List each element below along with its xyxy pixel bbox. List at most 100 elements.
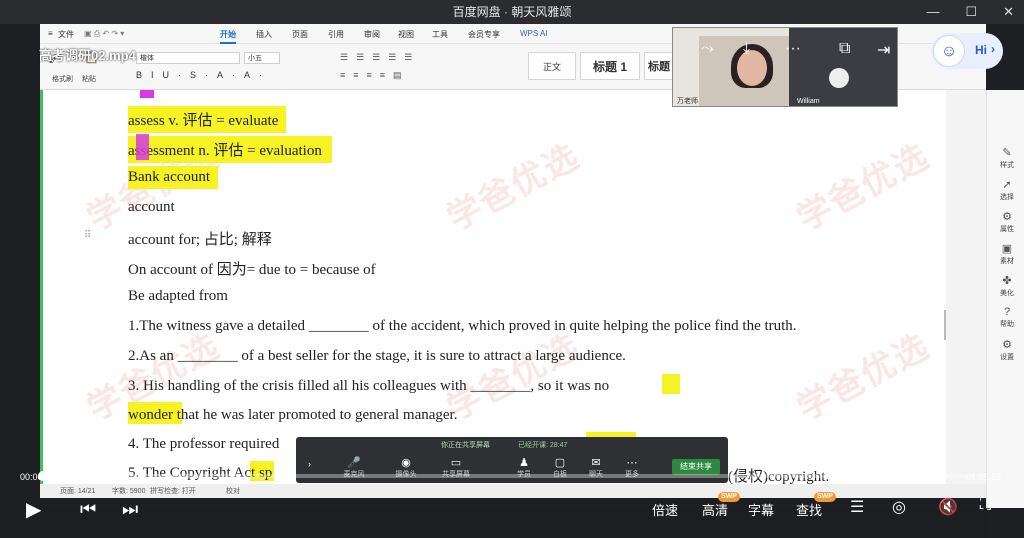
elapsed-time: 00:00:10	[20, 472, 56, 482]
fullscreen-icon[interactable]: ⛶	[980, 496, 991, 514]
exit-icon[interactable]: ⇥	[877, 40, 890, 60]
share-status: 你正在共享屏幕	[441, 442, 490, 449]
side-styles[interactable]: ✎ 样式	[987, 146, 1024, 170]
target-icon[interactable]: ◎	[892, 497, 906, 517]
quick-access-icons[interactable]: ▣ ⎙ ↶ ↷ ▾	[84, 29, 124, 39]
quality-button[interactable]: 高清	[702, 500, 728, 519]
menu-wps-ai[interactable]: WPS AI	[520, 29, 548, 38]
highlight-fragment	[140, 90, 154, 98]
playlist-icon[interactable]: ☰	[850, 497, 864, 517]
beautify-icon: ✤	[1002, 275, 1012, 287]
drag-handle-icon[interactable]: ⠿	[84, 230, 91, 241]
side-settings[interactable]: ⚙ 设置	[987, 338, 1024, 362]
end-share-button[interactable]: 结束共享	[672, 459, 720, 475]
style-heading-label: 标题	[648, 61, 670, 73]
format-painter-label[interactable]: 格式刷	[52, 74, 73, 84]
side-properties-label: 属性	[1000, 226, 1014, 233]
menu-tools[interactable]: 工具	[432, 29, 448, 40]
style-heading1-label: 标题 1	[592, 60, 627, 74]
menu-file[interactable]: 文件	[58, 29, 74, 40]
assistant-button[interactable]: ☺ Hi ›	[931, 33, 1003, 69]
doc-line: 3. His handling of the crisis filled all…	[128, 378, 610, 394]
volume-muted-icon[interactable]: 🔇	[938, 497, 958, 517]
more-icon[interactable]: ···	[785, 40, 801, 58]
share-icon[interactable]: ⤳	[701, 40, 714, 58]
style-normal[interactable]: 正文	[528, 52, 576, 80]
doc-line: account	[128, 199, 175, 215]
style-heading1[interactable]: 标题 1	[580, 52, 640, 80]
play-icon[interactable]: ▶	[26, 497, 41, 522]
whiteboard-icon: ▢	[554, 457, 566, 469]
speed-button[interactable]: 倍速	[652, 500, 678, 519]
chat-icon: ✉	[591, 457, 601, 469]
style-heading[interactable]: 标题	[644, 52, 674, 80]
students-icon: ♟	[519, 457, 529, 469]
menu-view[interactable]: 视图	[398, 29, 414, 40]
screen: 百度网盘 · 朝天风雅颂 — ☐ ✕ ≡ 文件 ▣ ⎙ ↶ ↷ ▾ 开始 插入 …	[0, 0, 1024, 538]
download-icon[interactable]: ⤓	[743, 40, 750, 58]
paste-label[interactable]: 粘贴	[82, 74, 96, 84]
wps-status-bar: 页面: 14/21 字数: 5900 拼写检查: 打开 校对	[40, 484, 986, 498]
doc-line: On account of 因为= due to = because of	[128, 262, 376, 278]
menu-hamburger-icon[interactable]: ≡	[48, 29, 53, 38]
menu-page[interactable]: 页面	[292, 29, 308, 40]
window-title: 百度网盘 · 朝天风雅颂	[452, 5, 572, 19]
side-beautify[interactable]: ✤ 美化	[987, 274, 1024, 298]
status-page: 页面: 14/21	[60, 488, 96, 495]
video-timeline[interactable]	[37, 471, 986, 481]
side-materials[interactable]: ▣ 素材	[987, 242, 1024, 266]
grid-icon: ⋯	[626, 457, 638, 469]
menu-member[interactable]: 会员专享	[468, 29, 500, 40]
right-side-panel: ✎ 样式 ➚ 选择 ⚙ 属性 ▣ 素材 ✤ 美化 ? 帮助 ⚙ 设置	[986, 90, 1024, 508]
font-name-value: 楷体	[140, 55, 154, 62]
minimize-icon[interactable]: —	[926, 0, 939, 24]
menu-references[interactable]: 引用	[328, 29, 344, 40]
search-button[interactable]: 查找	[796, 500, 822, 519]
side-styles-label: 样式	[1000, 162, 1014, 169]
video-filename: 高考调研02.mp4	[39, 48, 136, 63]
teacher-label: 万老师	[677, 98, 698, 105]
next-icon[interactable]: ⏭	[122, 499, 138, 520]
side-properties[interactable]: ⚙ 属性	[987, 210, 1024, 234]
status-proof[interactable]: 校对	[226, 486, 240, 496]
menu-insert[interactable]: 插入	[256, 29, 272, 40]
watermark: 学爸优选	[790, 326, 937, 430]
align-buttons[interactable]: ≡≡≡≡▤	[340, 70, 410, 81]
chevron-left-icon[interactable]: ‹	[1008, 276, 1014, 297]
video-call-window[interactable]: 万老师 William ⤳ ⤓ ··· ⧉ ⇥	[672, 27, 898, 107]
avatar	[829, 68, 849, 88]
pip-icon[interactable]: ⧉	[839, 40, 850, 58]
paragraph-buttons[interactable]: ☰☰☰☰☰	[340, 52, 420, 63]
side-select[interactable]: ➚ 选择	[987, 178, 1024, 202]
status-spellcheck[interactable]: 拼写检查: 打开	[150, 486, 196, 496]
participant-label: William	[797, 98, 820, 105]
doc-line: assessment n. 评估 = evaluation	[128, 136, 332, 163]
font-size-select[interactable]: 小五	[244, 52, 280, 64]
document-page[interactable]: 学爸优选 学爸优选 学爸优选 学爸优选 学爸优选 学爸优选 assess v. …	[40, 90, 946, 484]
text-format-buttons[interactable]: BIU·S·A·A·	[136, 70, 271, 80]
properties-icon: ⚙	[1002, 211, 1012, 223]
doc-scrollbar[interactable]	[944, 310, 946, 340]
menu-home[interactable]: 开始	[220, 29, 236, 44]
doc-line: 4. The professor required	[128, 436, 280, 452]
swp-badge: SWP	[718, 492, 740, 502]
status-words: 字数: 5900	[112, 488, 146, 495]
cursor-highlight	[136, 134, 149, 160]
subtitle-button[interactable]: 字幕	[748, 500, 774, 519]
window-controls: — ☐ ✕	[926, 0, 1014, 24]
window-titlebar: 百度网盘 · 朝天风雅颂 — ☐ ✕	[0, 0, 1024, 24]
side-help-label: 帮助	[1000, 321, 1014, 328]
font-name-select[interactable]: 楷体	[136, 52, 240, 64]
previous-icon[interactable]: ⏮	[80, 499, 96, 520]
help-icon: ?	[1003, 306, 1011, 318]
maximize-icon[interactable]: ☐	[965, 0, 977, 24]
watermark: 学爸优选	[440, 136, 587, 240]
total-time: 01:05:15	[966, 472, 1002, 482]
menu-review[interactable]: 审阅	[364, 29, 380, 40]
close-icon[interactable]: ✕	[1003, 0, 1014, 24]
side-help[interactable]: ? 帮助	[987, 306, 1024, 329]
font-size-value: 小五	[248, 55, 262, 62]
doc-line: account for; 占比; 解释	[128, 232, 272, 248]
collapse-icon[interactable]: ›	[308, 459, 311, 469]
side-materials-label: 素材	[1000, 258, 1014, 265]
